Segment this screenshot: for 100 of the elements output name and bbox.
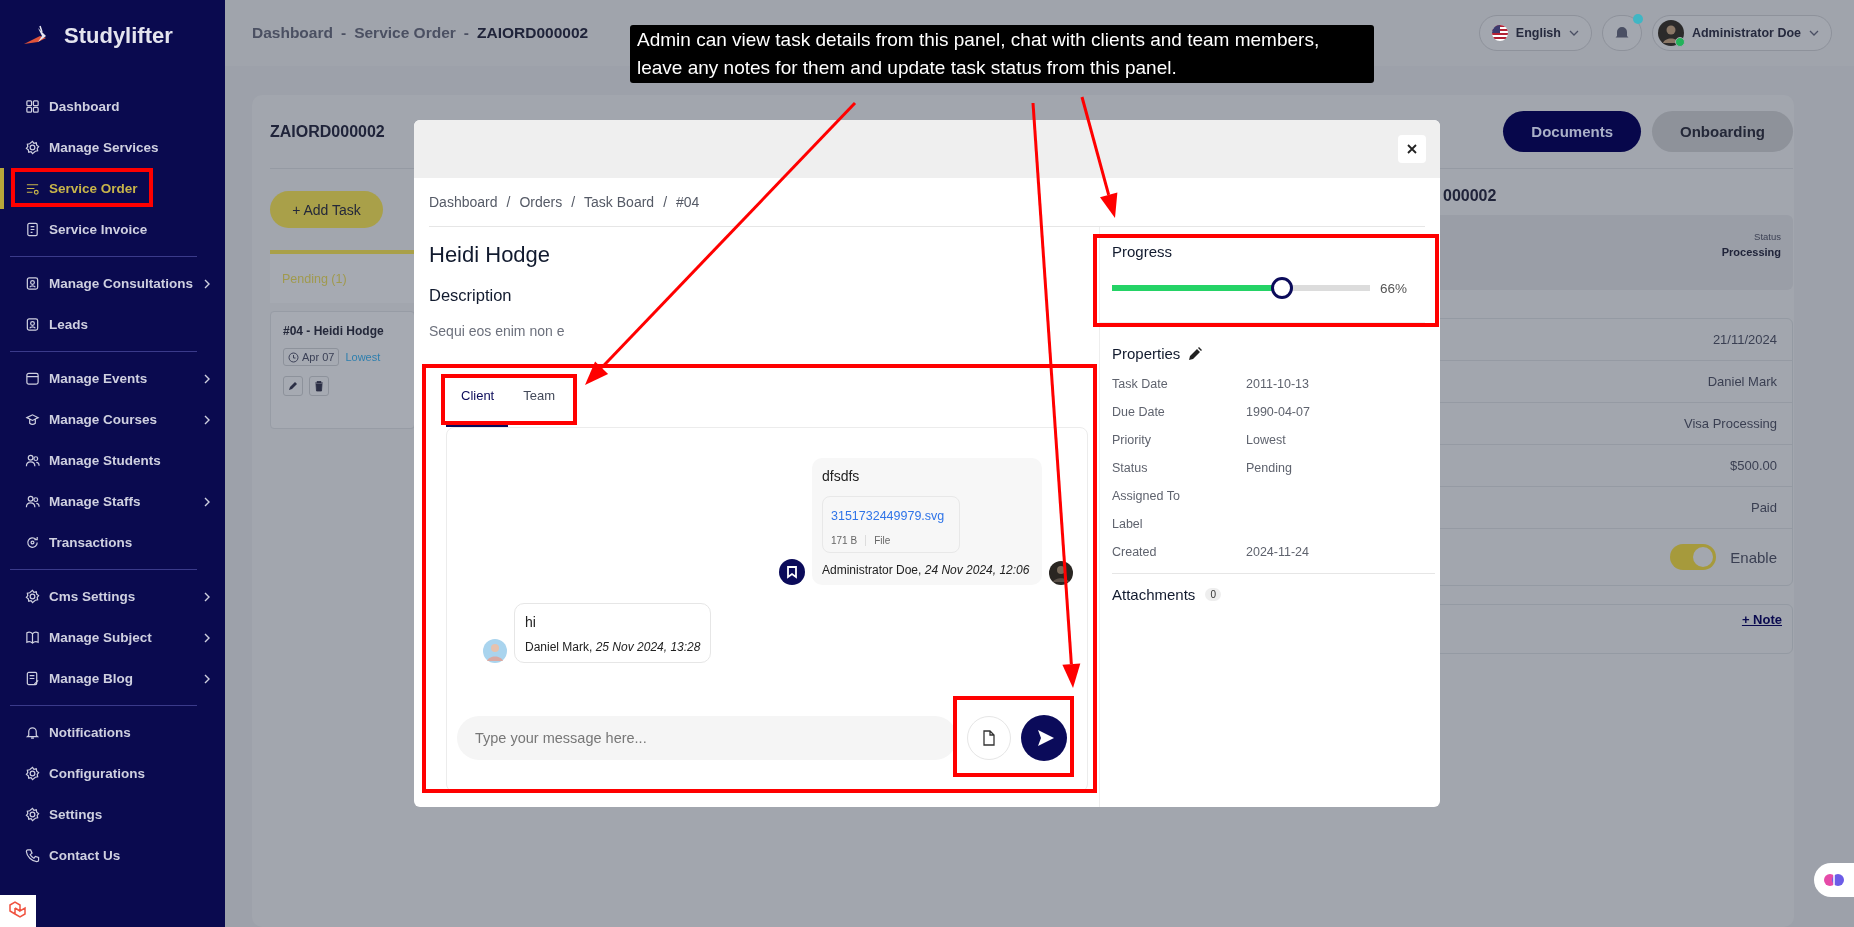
property-label: Created bbox=[1112, 544, 1158, 561]
task-description: Sequi eos enim non e bbox=[429, 323, 566, 339]
toggle-switch[interactable] bbox=[1670, 544, 1717, 570]
document-icon bbox=[981, 730, 997, 746]
property-value: 2011-10-13 bbox=[1246, 376, 1310, 393]
breadcrumb-separator: / bbox=[506, 194, 511, 210]
task-date: Apr 07 bbox=[302, 351, 335, 363]
message-meta: Daniel Mark, 25 Nov 2024, 13:28 bbox=[525, 640, 701, 654]
delete-button[interactable] bbox=[309, 376, 329, 396]
message-meta: Administrator Doe, 24 Nov 2024, 12:06 bbox=[822, 563, 1031, 577]
sidebar-item[interactable]: Transactions bbox=[0, 522, 225, 563]
chevron-down-icon bbox=[1809, 29, 1819, 37]
breadcrumb-separator: / bbox=[571, 194, 576, 210]
user-menu[interactable]: Administrator Doe bbox=[1651, 15, 1832, 51]
section-heading: Attachments bbox=[1112, 586, 1196, 603]
language-selector[interactable]: English bbox=[1478, 15, 1592, 51]
sidebar-item[interactable]: Leads bbox=[0, 304, 225, 345]
avatar-icon bbox=[1657, 20, 1684, 46]
gear-icon bbox=[25, 766, 40, 781]
column-title: Pending (1) bbox=[282, 271, 347, 286]
file-attachment[interactable]: 3151732449979.svg 171 B File bbox=[822, 496, 960, 553]
section-heading: Properties bbox=[1112, 345, 1181, 362]
task-title: #04 - Heidi Hodge bbox=[283, 324, 385, 338]
property-label: Priority bbox=[1112, 432, 1152, 449]
breadcrumb-current: ZAIORD000002 bbox=[477, 24, 589, 42]
flag-icon bbox=[1491, 25, 1508, 41]
message-text: dfsdfs bbox=[822, 468, 861, 484]
sidebar-item[interactable]: Manage Consultations bbox=[0, 263, 225, 304]
person-icon bbox=[25, 276, 40, 291]
clock-icon bbox=[288, 351, 299, 363]
brain-button[interactable] bbox=[1814, 863, 1854, 897]
gear-icon bbox=[25, 807, 40, 822]
section-heading: Progress bbox=[1112, 243, 1174, 260]
chat-tab[interactable]: Team bbox=[508, 366, 570, 427]
note-icon bbox=[25, 671, 40, 686]
edit-button[interactable] bbox=[283, 376, 303, 396]
progress-reading: 66% bbox=[1380, 280, 1408, 296]
sidebar-item[interactable]: Manage Subject bbox=[0, 617, 225, 658]
sidebar-item[interactable]: Dashboard bbox=[0, 86, 225, 127]
sidebar-item[interactable]: Contact Us bbox=[0, 835, 225, 876]
status-label: Status bbox=[1754, 231, 1781, 242]
sidebar-item[interactable]: Notifications bbox=[0, 712, 225, 753]
attach-button[interactable] bbox=[967, 716, 1011, 760]
task-title: Heidi Hodge bbox=[429, 242, 552, 269]
avatar-icon bbox=[483, 639, 507, 663]
property-value: Pending bbox=[1246, 460, 1293, 477]
breadcrumb-link[interactable]: Dashboard bbox=[429, 194, 498, 210]
close-icon bbox=[1407, 144, 1417, 154]
order-heading: 000002 bbox=[1442, 186, 1498, 206]
breadcrumb-current: #04 bbox=[676, 194, 700, 210]
property-value: 2024-11-24 bbox=[1246, 544, 1310, 561]
status-value: Processing bbox=[1721, 246, 1781, 258]
send-button[interactable] bbox=[1021, 715, 1067, 761]
breadcrumb-separator: / bbox=[663, 194, 667, 210]
section-heading: Description bbox=[429, 286, 513, 305]
slider-thumb[interactable] bbox=[1271, 277, 1294, 299]
sidebar-item[interactable]: Configurations bbox=[0, 753, 225, 794]
file-size: 171 B bbox=[831, 535, 858, 546]
task-card[interactable]: #04 - Heidi Hodge Apr 07 Lowest bbox=[270, 311, 415, 429]
tab-button[interactable]: Onboarding bbox=[1652, 111, 1793, 152]
breadcrumb-link[interactable]: Orders bbox=[519, 194, 563, 210]
laravel-icon[interactable] bbox=[0, 895, 36, 927]
order-id: ZAIORD000002 bbox=[270, 122, 385, 141]
sidebar-item[interactable]: Manage Staffs bbox=[0, 481, 225, 522]
detail-value: Visa Processing bbox=[1684, 416, 1777, 431]
annotation-callout: Admin can view task details from this panel, chat with clients and team members, leave any notes for them and update task status from this panel. bbox=[630, 25, 1374, 83]
notification-button[interactable] bbox=[1601, 15, 1642, 51]
detail-value: 21/11/2024 bbox=[1712, 332, 1777, 347]
sidebar-item[interactable]: Service Invoice bbox=[0, 209, 225, 250]
sidebar-item[interactable]: Manage Courses bbox=[0, 399, 225, 440]
close-button[interactable] bbox=[1398, 135, 1426, 163]
add-task-button[interactable]: + Add Task bbox=[270, 191, 383, 228]
edit-button[interactable] bbox=[1188, 346, 1203, 361]
sidebar-item[interactable]: Manage Students bbox=[0, 440, 225, 481]
file-link[interactable]: 3151732449979.svg bbox=[831, 509, 951, 523]
sidebar-item[interactable]: Cms Settings bbox=[0, 576, 225, 617]
sidebar-item[interactable]: Manage Blog bbox=[0, 658, 225, 699]
sidebar-item[interactable]: Manage Services bbox=[0, 127, 225, 168]
gear-icon bbox=[25, 140, 40, 155]
send-icon bbox=[1035, 728, 1056, 748]
property-label: Due Date bbox=[1112, 404, 1166, 421]
cap-icon bbox=[25, 412, 40, 427]
avatar-icon bbox=[1049, 561, 1073, 585]
bell-icon bbox=[1613, 25, 1630, 41]
sidebar-item[interactable]: Settings bbox=[0, 794, 225, 835]
people-icon bbox=[25, 453, 40, 468]
people-icon bbox=[25, 494, 40, 509]
phone-icon bbox=[25, 848, 40, 863]
chat-tab[interactable]: Client bbox=[446, 366, 509, 427]
tab-button[interactable]: Documents bbox=[1503, 111, 1641, 152]
property-label: Status bbox=[1112, 460, 1149, 477]
detail-value: $500.00 bbox=[1730, 458, 1777, 473]
breadcrumb-link[interactable]: Task Board bbox=[584, 194, 655, 210]
breadcrumb-separator: - bbox=[463, 24, 469, 42]
breadcrumb-separator: - bbox=[340, 24, 347, 42]
brand-name: Studylifter bbox=[64, 23, 173, 49]
sidebar-item[interactable]: Manage Events bbox=[0, 358, 225, 399]
file-type: File bbox=[865, 535, 891, 546]
sidebar-item[interactable]: Service Order bbox=[0, 168, 225, 209]
add-note-link[interactable]: + Note bbox=[1741, 612, 1782, 628]
